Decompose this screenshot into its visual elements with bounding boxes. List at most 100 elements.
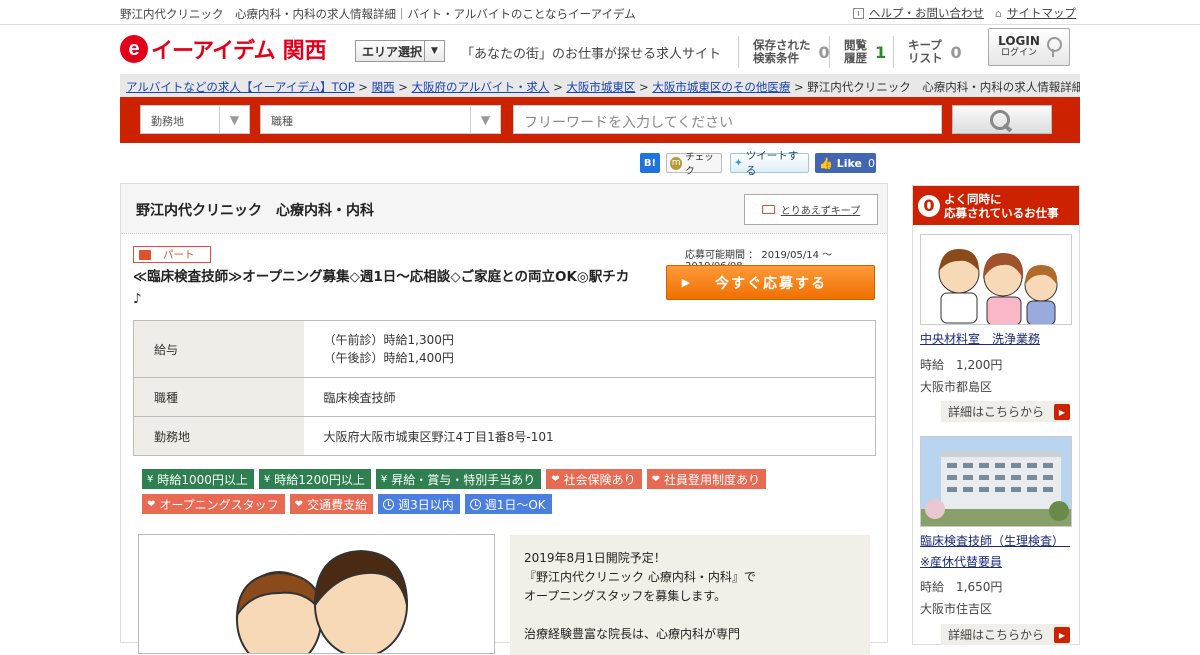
search-bar: 勤務地 ▼ 職種 ▼ フリーワードを入力してください bbox=[120, 97, 1080, 143]
feature-tag-label: オープニングスタッフ bbox=[159, 497, 279, 512]
feature-tag: ¥ 時給1200円以上 bbox=[258, 469, 371, 489]
breadcrumb-link[interactable]: アルバイトなどの求人【イーアイデム】TOP bbox=[126, 80, 355, 94]
sitemap-icon: ⌂ bbox=[995, 6, 1002, 20]
related-job-location: 大阪市住吉区 bbox=[920, 602, 993, 616]
login-label: LOGIN bbox=[998, 34, 1040, 48]
play-icon: ▶ bbox=[681, 276, 693, 289]
related-job-title[interactable]: 中央材料室 洗浄業務 bbox=[920, 329, 1040, 350]
location-select[interactable]: 勤務地 ▼ bbox=[140, 105, 250, 134]
job-type-select-label: 職種 bbox=[271, 115, 293, 128]
feature-tag-label: 週3日以内 bbox=[398, 497, 454, 512]
logo-text: イーアイデム bbox=[151, 39, 276, 64]
staff-illustration bbox=[938, 249, 1058, 324]
staff-illustration bbox=[235, 549, 408, 653]
search-button[interactable] bbox=[952, 105, 1052, 134]
detail-label: 勤務地 bbox=[133, 416, 304, 456]
apply-now-button[interactable]: ▶ 今すぐ応募する bbox=[666, 265, 875, 300]
help-link-text[interactable]: ヘルプ・お問い合わせ bbox=[869, 5, 984, 21]
feature-tag-label: 時給1000円以上 bbox=[157, 472, 248, 487]
related-job-card[interactable]: 中央材料室 洗浄業務 時給 1,200円 大阪市都島区 詳細はこちらから ▶ bbox=[920, 234, 1072, 434]
facebook-like-button[interactable]: 👍 Like 0 bbox=[815, 153, 876, 173]
breadcrumb-link[interactable]: 大阪府のアルバイト・求人 bbox=[412, 80, 550, 94]
login-sub-label: ログイン bbox=[1000, 48, 1037, 58]
company-title: 野江内代クリニック 心療内科・内科 bbox=[136, 203, 374, 219]
heart-icon: ❤ bbox=[147, 498, 156, 510]
breadcrumb-current: 野江内代クリニック 心療内科・内科の求人情報詳細 bbox=[807, 80, 1080, 94]
tagline: 「あなたの街」のお仕事が探せる求人サイト bbox=[461, 47, 722, 62]
site-title: 野江内代クリニック 心療内科・内科の求人情報詳細｜バイト・アルバイトのことならイ… bbox=[120, 7, 636, 21]
tweet-button[interactable]: ✦ ツイートする bbox=[730, 150, 809, 177]
feature-tag-label: 時給1200円以上 bbox=[274, 472, 365, 487]
related-jobs-sidebar: 0 よく同時に 応募されているお仕事 中央材料室 洗浄業務 時給 1,200円 … bbox=[912, 185, 1080, 645]
job-description: 2019年8月1日開院予定！ 『野江内代クリニック 心療内科・内科』で オープニ… bbox=[510, 535, 870, 655]
mixi-icon: m bbox=[670, 156, 683, 170]
freeword-input[interactable]: フリーワードを入力してください bbox=[513, 105, 942, 134]
saved-conditions-link[interactable]: 保存された 検索条件 0 bbox=[738, 36, 832, 68]
employment-type-badge: パート bbox=[133, 246, 211, 263]
related-job-wage: 時給 1,650円 bbox=[920, 580, 1003, 594]
thumbs-up-icon: 👍 bbox=[819, 156, 833, 170]
history-label: 閲覧 履歴 bbox=[844, 38, 867, 65]
chevron-down-icon: ▼ bbox=[219, 106, 249, 133]
saved-conditions-label: 保存された 検索条件 bbox=[753, 38, 811, 65]
fb-like-count: 0 bbox=[867, 156, 875, 170]
feature-tag: 週3日以内 bbox=[378, 494, 460, 514]
feature-tag-label: 週1日～OK bbox=[484, 497, 546, 512]
sitemap-link[interactable]: ⌂ サイトマップ bbox=[995, 5, 1076, 21]
top-bar: 野江内代クリニック 心療内科・内科の求人情報詳細｜バイト・アルバイトのことならイ… bbox=[0, 0, 1200, 25]
logo[interactable]: e イーアイデム 関西 bbox=[120, 33, 327, 65]
job-photo bbox=[138, 534, 495, 654]
logo-mark: e bbox=[120, 35, 148, 63]
detail-row-salary: 給与 （午前診）時給1,300円 （午後診）時給1,400円 bbox=[133, 320, 876, 378]
mixi-check-button[interactable]: m チェック bbox=[666, 152, 722, 177]
hospital-building-photo bbox=[921, 437, 1071, 526]
region-name: 関西 bbox=[282, 39, 327, 64]
detail-row-job-type: 職種 臨床検査技師 bbox=[133, 377, 876, 417]
history-link[interactable]: 閲覧 履歴 1 bbox=[829, 36, 893, 68]
chevron-down-icon: ▼ bbox=[470, 106, 500, 133]
clock-icon bbox=[383, 498, 395, 510]
related-job-title[interactable]: 臨床検査技師（生理検査） ※産休代替要員 bbox=[920, 531, 1070, 573]
sitemap-link-text[interactable]: サイトマップ bbox=[1007, 5, 1076, 21]
key-icon bbox=[1046, 37, 1062, 57]
related-job-detail-link[interactable]: 詳細はこちらから ▶ bbox=[941, 401, 1070, 422]
detail-row-location: 勤務地 大阪府大阪市城東区野江4丁目1番8号-101 bbox=[133, 416, 876, 456]
area-select-label: エリア選択 bbox=[362, 44, 423, 59]
feature-tag: ¥ 時給1000円以上 bbox=[142, 469, 254, 489]
related-job-location: 大阪市都島区 bbox=[920, 380, 993, 394]
breadcrumb-separator: > bbox=[794, 80, 804, 94]
search-icon bbox=[990, 109, 1014, 130]
related-job-card[interactable]: 臨床検査技師（生理検査） ※産休代替要員 時給 1,650円 大阪市住吉区 詳細… bbox=[920, 436, 1072, 646]
job-type-select[interactable]: 職種 ▼ bbox=[260, 105, 501, 134]
location-select-label: 勤務地 bbox=[151, 115, 184, 128]
fb-like-label: Like bbox=[836, 156, 862, 170]
hatena-bookmark-button[interactable]: B! bbox=[640, 153, 660, 173]
chevron-down-icon: ▼ bbox=[424, 41, 444, 61]
related-job-detail-link[interactable]: 詳細はこちらから ▶ bbox=[941, 624, 1070, 645]
related-jobs-title: よく同時に 応募されているお仕事 bbox=[944, 191, 1059, 220]
keep-button[interactable]: とりあえずキープ bbox=[744, 194, 878, 225]
mixi-check-label: チェック bbox=[685, 152, 714, 177]
breadcrumb-link[interactable]: 大阪市城東区 bbox=[566, 80, 635, 94]
breadcrumb-link[interactable]: 大阪市城東区のその他医療 bbox=[652, 80, 790, 94]
breadcrumb-separator: > bbox=[639, 80, 649, 94]
related-job-image bbox=[920, 234, 1072, 325]
breadcrumb-separator: > bbox=[553, 80, 563, 94]
detail-link-label: 詳細はこちらから bbox=[948, 628, 1045, 642]
related-jobs-heading: 0 よく同時に 応募されているお仕事 bbox=[913, 186, 1079, 225]
clock-icon bbox=[469, 498, 481, 510]
breadcrumb-separator: > bbox=[358, 80, 368, 94]
area-select-button[interactable]: エリア選択 ▼ bbox=[355, 40, 445, 62]
arrow-right-icon: ▶ bbox=[1054, 404, 1070, 420]
keep-list-count: 0 bbox=[950, 42, 962, 62]
breadcrumb-link[interactable]: 関西 bbox=[372, 80, 395, 94]
feature-tag-label: 交通費支給 bbox=[307, 497, 368, 512]
apply-button-label: 今すぐ応募する bbox=[715, 275, 827, 292]
feature-tag: 週1日～OK bbox=[464, 494, 552, 514]
keep-list-link[interactable]: キープ リスト 0 bbox=[893, 36, 969, 68]
login-button[interactable]: LOGIN ログイン bbox=[988, 28, 1070, 66]
tweet-label: ツイートする bbox=[745, 150, 799, 177]
detail-value: （午前診）時給1,300円 （午後診）時給1,400円 bbox=[323, 333, 454, 365]
help-link[interactable]: ヘルプ・お問い合わせ bbox=[853, 5, 984, 21]
twitter-icon: ✦ bbox=[734, 157, 743, 169]
